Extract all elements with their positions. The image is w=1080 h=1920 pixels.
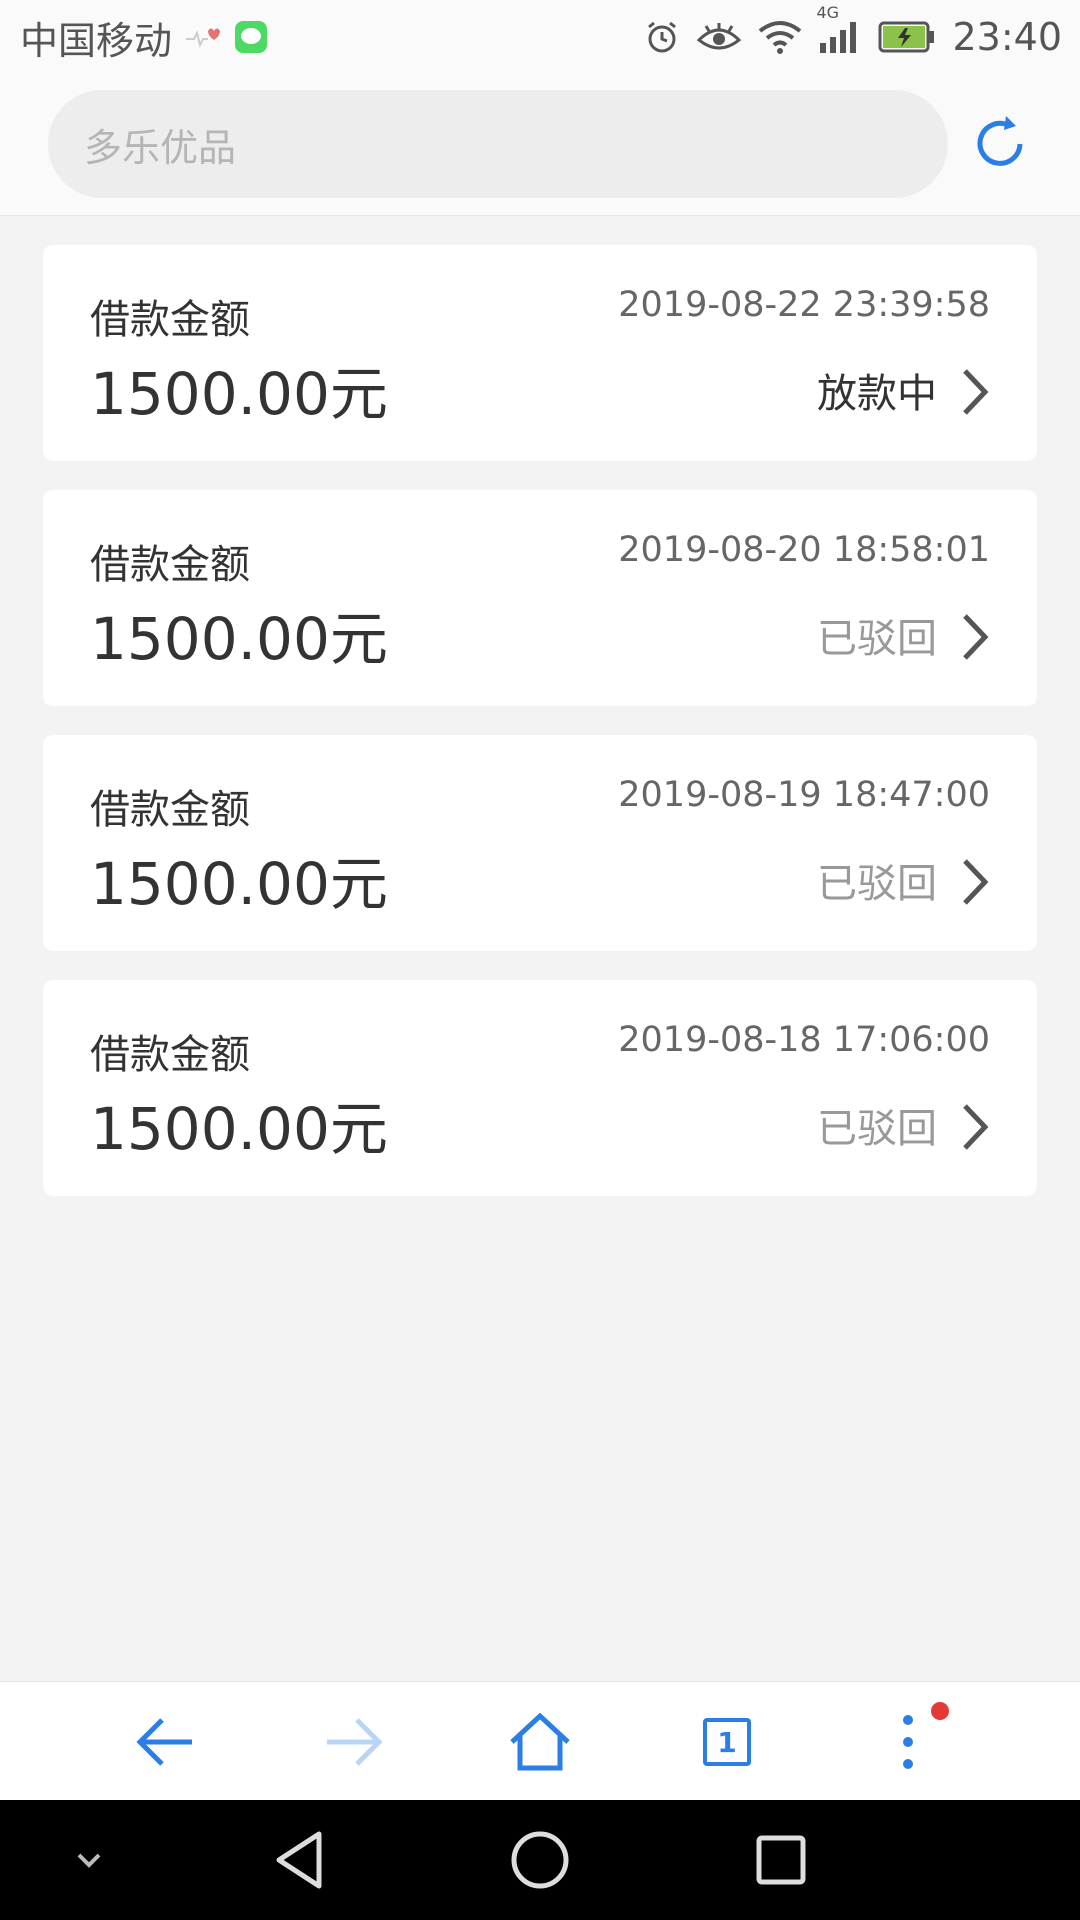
tab-count: 1 bbox=[703, 1718, 751, 1766]
forward-arrow-icon[interactable] bbox=[318, 1710, 388, 1774]
browser-header: 多乐优品 bbox=[0, 74, 1080, 216]
recents-square-icon[interactable] bbox=[746, 1828, 816, 1892]
loan-card[interactable]: 借款金额 1500.00元 2019-08-20 18:58:01 已驳回 bbox=[43, 490, 1037, 706]
loan-date: 2019-08-19 18:47:00 bbox=[618, 775, 990, 815]
loan-date: 2019-08-18 17:06:00 bbox=[618, 1020, 990, 1060]
message-icon bbox=[234, 20, 268, 54]
chevron-right-icon bbox=[957, 610, 993, 664]
back-arrow-icon[interactable] bbox=[131, 1710, 201, 1774]
tabs-icon[interactable]: 1 bbox=[692, 1710, 762, 1774]
clock-time: 23:40 bbox=[952, 15, 1062, 59]
carrier-label: 中国移动 bbox=[20, 18, 173, 63]
status-bar: 中国移动 4G 23:40 bbox=[0, 0, 1080, 74]
refresh-icon[interactable] bbox=[970, 114, 1030, 174]
chevron-right-icon bbox=[957, 855, 993, 909]
notification-dot bbox=[931, 1702, 949, 1720]
wifi-icon bbox=[758, 19, 802, 55]
system-nav-bar bbox=[0, 1800, 1080, 1920]
battery-icon bbox=[878, 20, 936, 54]
loan-status: 已驳回 bbox=[817, 616, 937, 662]
status-bar-right: 4G 23:40 bbox=[644, 3, 1062, 59]
loan-card[interactable]: 借款金额 1500.00元 2019-08-19 18:47:00 已驳回 bbox=[43, 735, 1037, 951]
loan-label: 借款金额 bbox=[90, 787, 250, 833]
browser-toolbar: 1 bbox=[0, 1681, 1080, 1800]
loan-date: 2019-08-22 23:39:58 bbox=[618, 285, 990, 325]
back-triangle-icon[interactable] bbox=[264, 1828, 334, 1892]
home-icon[interactable] bbox=[505, 1710, 575, 1774]
loan-status: 已驳回 bbox=[817, 861, 937, 907]
search-placeholder: 多乐优品 bbox=[84, 125, 237, 170]
loan-label: 借款金额 bbox=[90, 1032, 250, 1078]
more-menu-icon[interactable] bbox=[879, 1702, 949, 1774]
loan-status: 放款中 bbox=[817, 371, 937, 417]
network-type-label: 4G bbox=[816, 3, 840, 22]
loan-label: 借款金额 bbox=[90, 297, 250, 343]
signal-icon: 4G bbox=[816, 3, 862, 55]
chevron-right-icon bbox=[957, 1100, 993, 1154]
status-bar-left: 中国移动 bbox=[20, 10, 268, 65]
loan-card[interactable]: 借款金额 1500.00元 2019-08-18 17:06:00 已驳回 bbox=[43, 980, 1037, 1196]
loan-label: 借款金额 bbox=[90, 542, 250, 588]
loan-amount: 1500.00元 bbox=[90, 850, 388, 918]
loan-amount: 1500.00元 bbox=[90, 360, 388, 428]
loan-card[interactable]: 借款金额 1500.00元 2019-08-22 23:39:58 放款中 bbox=[43, 245, 1037, 461]
loan-date: 2019-08-20 18:58:01 bbox=[618, 530, 990, 570]
search-input[interactable]: 多乐优品 bbox=[48, 90, 948, 198]
loan-amount: 1500.00元 bbox=[90, 1095, 388, 1163]
heartbeat-icon bbox=[186, 23, 221, 51]
chevron-right-icon bbox=[957, 365, 993, 419]
loan-amount: 1500.00元 bbox=[90, 605, 388, 673]
loan-list: 借款金额 1500.00元 2019-08-22 23:39:58 放款中 借款… bbox=[43, 245, 1037, 1225]
collapse-icon[interactable] bbox=[54, 1828, 124, 1892]
eye-icon bbox=[696, 20, 742, 54]
loan-status: 已驳回 bbox=[817, 1106, 937, 1152]
alarm-icon bbox=[644, 19, 680, 55]
home-circle-icon[interactable] bbox=[505, 1828, 575, 1892]
